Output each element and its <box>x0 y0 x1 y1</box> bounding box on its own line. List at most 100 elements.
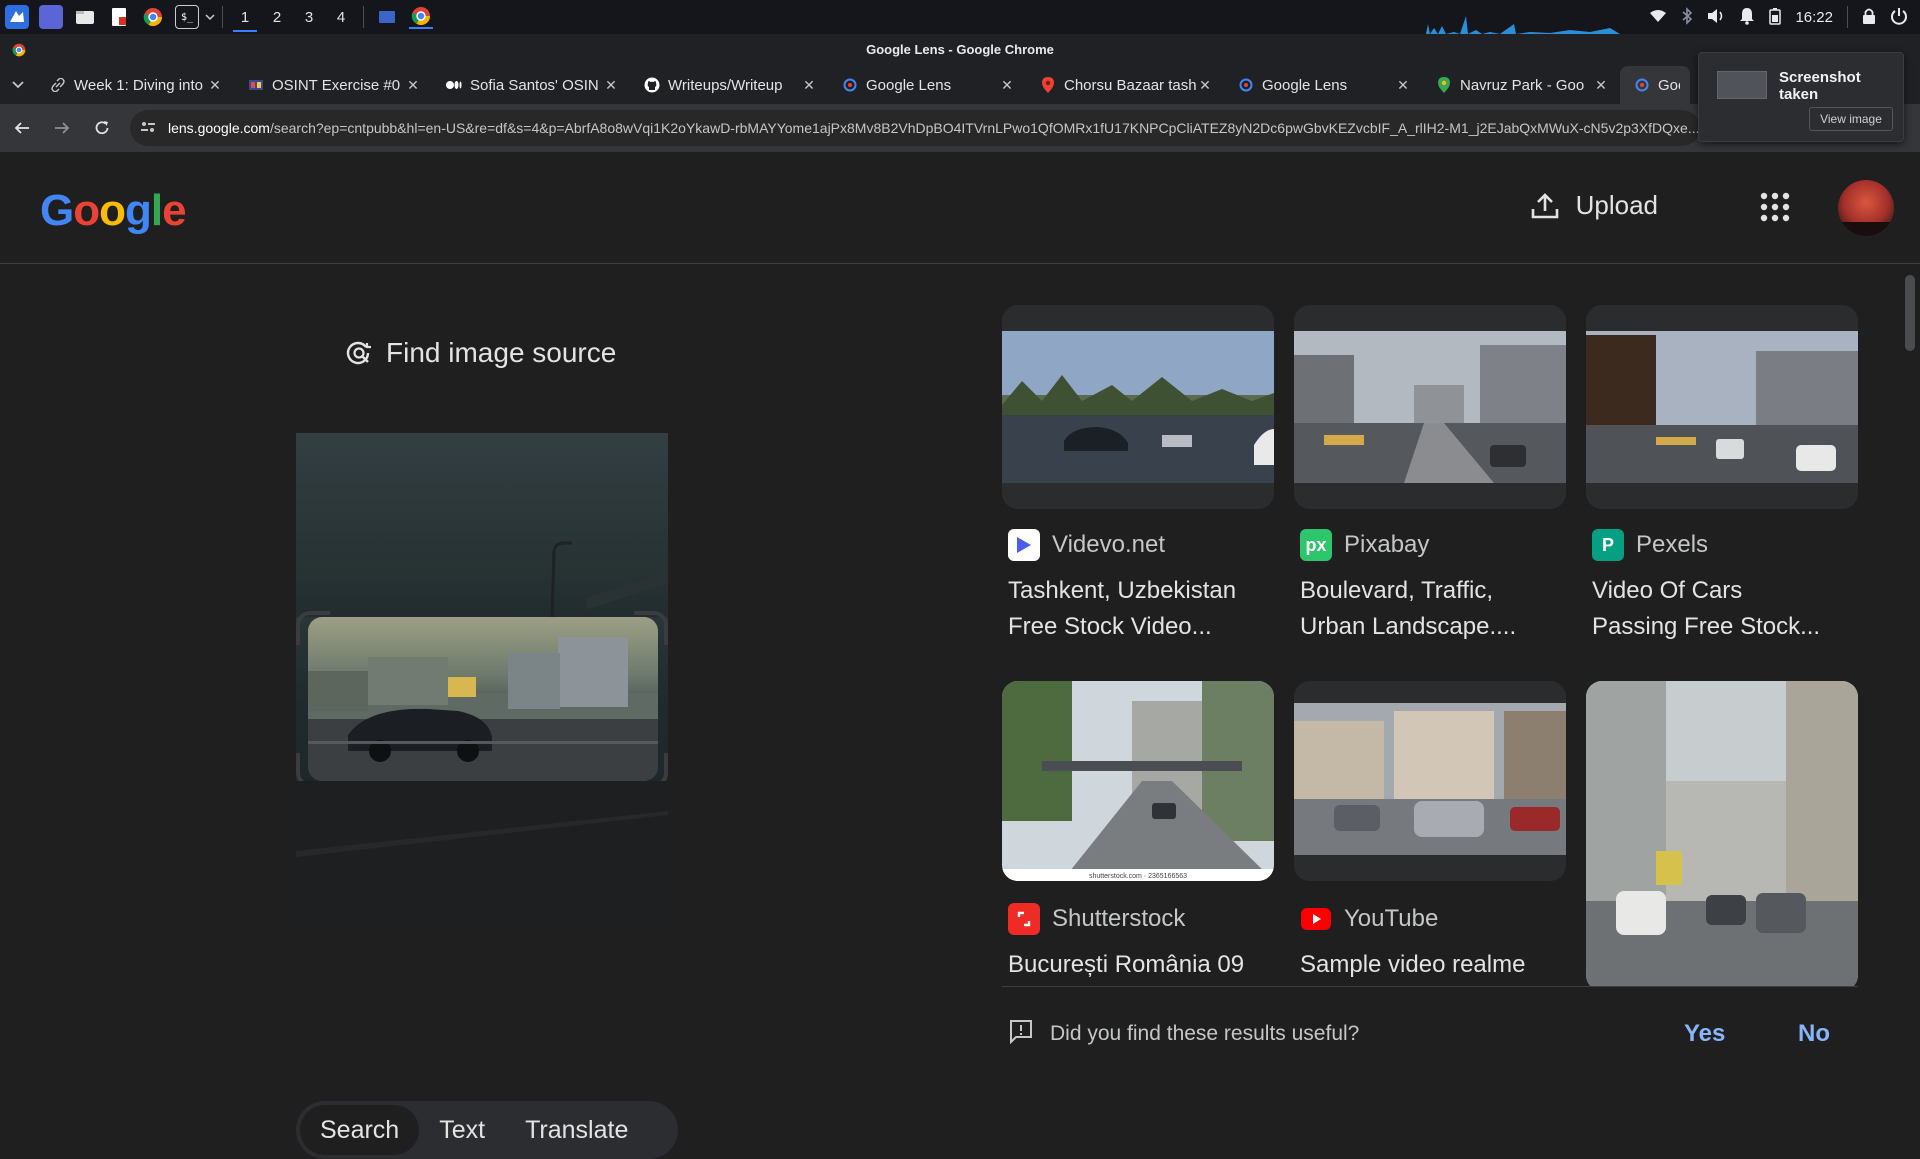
google-logo[interactable]: Google <box>40 186 187 236</box>
result-source[interactable]: YouTube <box>1300 903 1566 935</box>
crop-handle-top-right[interactable] <box>634 611 668 645</box>
text-editor-icon[interactable] <box>107 5 131 29</box>
close-icon[interactable]: ✕ <box>800 77 818 94</box>
arrow-right-icon <box>55 122 70 134</box>
result-title[interactable]: Tashkent, Uzbekistan Free Stock Video... <box>1008 573 1268 645</box>
result-thumbnail[interactable] <box>1294 305 1566 509</box>
result-thumbnail[interactable] <box>1586 681 1858 991</box>
close-icon[interactable]: ✕ <box>206 77 224 94</box>
selection-crop[interactable] <box>308 617 658 781</box>
result-thumbnail[interactable] <box>1586 305 1858 509</box>
tab-google-lens-1[interactable]: Google Lens ✕ <box>828 66 1026 104</box>
lens-favicon <box>842 77 858 93</box>
osint-favicon <box>248 77 264 93</box>
notification-bell-icon[interactable] <box>1739 7 1755 28</box>
result-title[interactable]: Video Of Cars Passing Free Stock... <box>1592 573 1852 645</box>
result-card[interactable] <box>1586 681 1858 991</box>
result-thumbnail[interactable] <box>1294 681 1566 881</box>
workspace-3[interactable]: 3 <box>293 0 325 34</box>
tab-google-lens-2[interactable]: Google Lens ✕ <box>1224 66 1422 104</box>
find-source-label: Find image source <box>386 337 617 368</box>
bluetooth-icon[interactable] <box>1681 6 1693 28</box>
window-icon[interactable] <box>375 5 399 29</box>
workspace-4[interactable]: 4 <box>325 0 357 34</box>
tab-search-button[interactable] <box>0 66 36 104</box>
result-thumbnail[interactable] <box>1002 305 1274 509</box>
mode-search-tab[interactable]: Search <box>300 1105 420 1155</box>
close-icon[interactable]: ✕ <box>1196 77 1214 94</box>
google-apps-button[interactable] <box>1760 192 1790 222</box>
wifi-icon[interactable] <box>1649 9 1667 26</box>
file-manager-icon[interactable] <box>73 5 97 29</box>
terminal-icon[interactable]: $_ <box>175 5 199 29</box>
power-icon[interactable] <box>1890 7 1908 28</box>
chrome-window-icon[interactable] <box>409 5 433 29</box>
reload-button[interactable] <box>84 110 120 146</box>
tab-sofia-santos[interactable]: Sofia Santos' OSIN ✕ <box>432 66 630 104</box>
site-info-icon[interactable] <box>140 120 156 137</box>
forward-button[interactable] <box>44 110 80 146</box>
result-title[interactable]: Sample video realme <box>1300 947 1560 983</box>
result-source[interactable]: Videvo.net <box>1008 529 1274 561</box>
desktop-icon[interactable] <box>39 5 63 29</box>
tab-label: Goog <box>1658 76 1680 94</box>
mode-translate-tab[interactable]: Translate <box>505 1105 648 1155</box>
clock[interactable]: 16:22 <box>1795 9 1833 26</box>
image-overlay <box>296 781 668 929</box>
url-host: lens.google.com <box>168 120 270 136</box>
result-source[interactable]: Shutterstock <box>1008 903 1274 935</box>
feedback-yes-button[interactable]: Yes <box>1684 1020 1725 1048</box>
close-icon[interactable]: ✕ <box>404 77 422 94</box>
result-card[interactable]: Videvo.net Tashkent, Uzbekistan Free Sto… <box>1002 305 1274 645</box>
address-bar[interactable]: lens.google.com/search?ep=cntpubb&hl=en-… <box>130 110 1700 146</box>
screenshot-notification[interactable]: Screenshot taken View image <box>1698 52 1904 142</box>
feedback-no-button[interactable]: No <box>1798 1020 1830 1048</box>
feedback-icon <box>1008 1018 1034 1049</box>
tab-navruz-park[interactable]: Navruz Park - Goo ✕ <box>1422 66 1620 104</box>
result-card[interactable]: YouTube Sample video realme <box>1294 681 1566 983</box>
scrollbar-thumb[interactable] <box>1905 275 1915 351</box>
result-source[interactable]: px Pixabay <box>1300 529 1566 561</box>
lock-icon[interactable] <box>1862 7 1876 28</box>
link-icon <box>50 77 66 93</box>
volume-icon[interactable] <box>1707 8 1725 27</box>
tab-writeups[interactable]: Writeups/Writeup ✕ <box>630 66 828 104</box>
close-icon[interactable]: ✕ <box>1592 77 1610 94</box>
result-title-line: Sample video realme <box>1300 951 1526 978</box>
tab-label: Week 1: Diving into <box>74 76 203 94</box>
tab-week1[interactable]: Week 1: Diving into ✕ <box>36 66 234 104</box>
result-source[interactable]: P Pexels <box>1592 529 1858 561</box>
chevron-down-icon[interactable] <box>204 5 216 29</box>
workspace-2[interactable]: 2 <box>261 0 293 34</box>
chrome-launcher-icon[interactable] <box>141 5 165 29</box>
close-icon[interactable]: ✕ <box>998 77 1016 94</box>
find-image-source-button[interactable]: Find image source <box>344 337 616 369</box>
system-tray: 16:22 <box>1649 0 1920 34</box>
close-icon[interactable]: ✕ <box>1394 77 1412 94</box>
close-icon[interactable]: ✕ <box>602 77 620 94</box>
battery-icon[interactable] <box>1769 7 1782 28</box>
result-title[interactable]: Boulevard, Traffic, Urban Landscape.... <box>1300 573 1560 645</box>
crop-handle-top-left[interactable] <box>296 611 330 645</box>
page-scrollbar[interactable] <box>1904 265 1916 1080</box>
url-text[interactable]: lens.google.com/search?ep=cntpubb&hl=en-… <box>168 120 1700 136</box>
result-thumbnail[interactable]: shutterstock.com · 2365166563 <box>1002 681 1274 881</box>
result-card[interactable]: P Pexels Video Of Cars Passing Free Stoc… <box>1586 305 1858 645</box>
tab-chorsu-bazaar[interactable]: Chorsu Bazaar tash ✕ <box>1026 66 1224 104</box>
tab-label: Google Lens <box>1262 76 1348 94</box>
window-title: Google Lens - Google Chrome <box>866 42 1054 57</box>
account-avatar[interactable] <box>1838 180 1894 236</box>
query-image[interactable] <box>296 433 668 929</box>
view-image-button[interactable]: View image <box>1809 107 1893 131</box>
divider <box>363 6 364 28</box>
tab-google-lens-active[interactable]: Goog <box>1620 66 1690 104</box>
start-menu-icon[interactable] <box>5 5 29 29</box>
workspace-1[interactable]: 1 <box>229 0 261 34</box>
result-title[interactable]: București România 09 <box>1008 947 1268 983</box>
result-card[interactable]: px Pixabay Boulevard, Traffic, Urban Lan… <box>1294 305 1566 645</box>
upload-button[interactable]: Upload <box>1530 190 1658 221</box>
back-button[interactable] <box>4 110 40 146</box>
mode-text-tab[interactable]: Text <box>419 1105 505 1155</box>
result-card[interactable]: shutterstock.com · 2365166563 Shuttersto… <box>1002 681 1274 983</box>
tab-osint-exercise[interactable]: OSINT Exercise #0 ✕ <box>234 66 432 104</box>
